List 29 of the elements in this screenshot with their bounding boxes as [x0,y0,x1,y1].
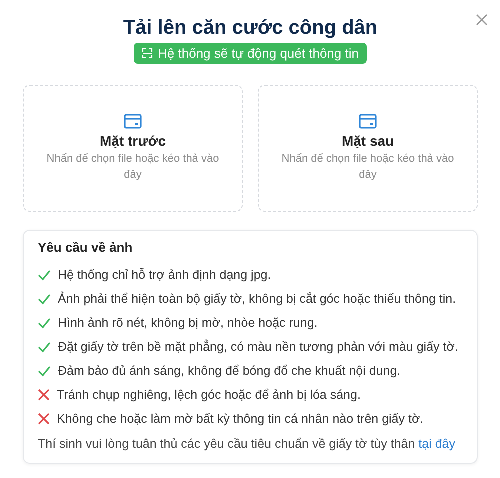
requirement-text: Hệ thống chỉ hỗ trợ ảnh định dạng jpg. [58,268,272,282]
scan-icon [142,48,154,59]
requirement-text: Tránh chụp nghiêng, lệch góc hoặc để ảnh bị lóa sáng. [57,388,361,402]
check-icon [38,342,51,352]
upload-title: Mặt sau [342,133,394,149]
badge-text: Hệ thống sẽ tự động quét thông tin [158,46,359,61]
dialog-title: Tải lên căn cước công dân [123,16,378,40]
check-icon [38,366,51,376]
requirement-text: Không che hoặc làm mờ bất kỳ thông tin cá nhân nào trên giấy tờ. [57,412,424,426]
requirement-text: Đặt giấy tờ trên bề mặt phẳng, có màu nền tương phản với màu giấy tờ. [58,340,458,354]
requirement-text: Hình ảnh rõ nét, không bị mờ, nhòe hoặc rung. [58,316,318,330]
card-icon [359,114,377,129]
check-icon [38,294,51,304]
requirements-heading: Yêu cầu về ảnh [38,240,134,255]
check-icon [38,270,51,280]
check-icon [38,318,51,328]
requirement-text: Đảm bảo đủ ánh sáng, không để bóng đổ che khuất nội dung. [58,364,401,378]
requirement-text: Ảnh phải thể hiện toàn bộ giấy tờ, không bị cắt góc hoặc thiếu thông tin. [58,292,456,306]
upload-title: Mặt trước [100,133,166,149]
cross-icon [38,389,50,401]
card-icon [124,114,142,129]
requirements-note: Thí sinh vui lòng tuân thủ các yêu cầu tiêu chuẩn về giấy tờ tùy thân tại đây [38,437,457,451]
upload-area[interactable]: Mặt trước Nhấn để chọn file hoặc kéo thả vào đây [23,85,243,212]
cross-icon [38,413,50,425]
upload-hint: Nhấn để chọn file hoặc kéo thả vào đây [46,152,220,183]
close-button[interactable] [474,12,490,28]
upload-hint: Nhấn để chọn file hoặc kéo thả vào đây [280,152,456,183]
upload-area[interactable]: Mặt sau Nhấn để chọn file hoặc kéo thả vào đây [258,85,478,212]
here-link[interactable]: tại đây [418,437,456,451]
